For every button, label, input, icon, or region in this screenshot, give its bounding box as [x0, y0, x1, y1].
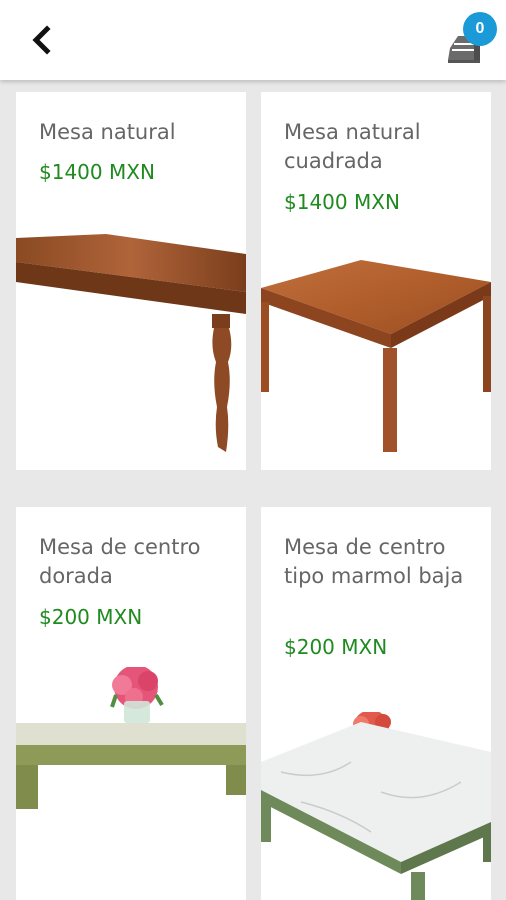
- square-wooden-table-photo: [261, 260, 491, 452]
- product-price: $1400 MXN: [284, 190, 400, 214]
- chevron-left-icon: [32, 25, 51, 55]
- product-price: $200 MXN: [284, 635, 388, 659]
- product-card[interactable]: Mesa de centro dorada $200 MXN: [16, 507, 246, 900]
- top-bar: 0: [0, 0, 506, 80]
- product-card[interactable]: Mesa natural cuadrada $1400 MXN: [261, 92, 491, 470]
- product-card[interactable]: Mesa de centro tipo marmol baja $200 MXN: [261, 507, 491, 900]
- product-card[interactable]: Mesa natural $1400 MXN: [16, 92, 246, 470]
- cart-count-badge: 0: [463, 12, 497, 46]
- product-name: Mesa natural cuadrada: [284, 120, 421, 173]
- product-price: $200 MXN: [39, 605, 143, 629]
- product-name: Mesa de centro tipo marmol baja: [284, 535, 464, 588]
- gold-coffee-table-photo: [16, 667, 246, 809]
- product-name: Mesa de centro dorada: [39, 535, 201, 588]
- marble-coffee-table-photo: [261, 712, 491, 900]
- wooden-table-photo: [16, 234, 246, 452]
- product-name: Mesa natural: [39, 120, 176, 144]
- back-button[interactable]: [22, 18, 62, 62]
- product-price: $1400 MXN: [39, 160, 155, 184]
- cart-button[interactable]: 0: [440, 12, 497, 70]
- product-grid: Mesa natural $1400 MXN Mesa natural cuad…: [0, 80, 506, 900]
